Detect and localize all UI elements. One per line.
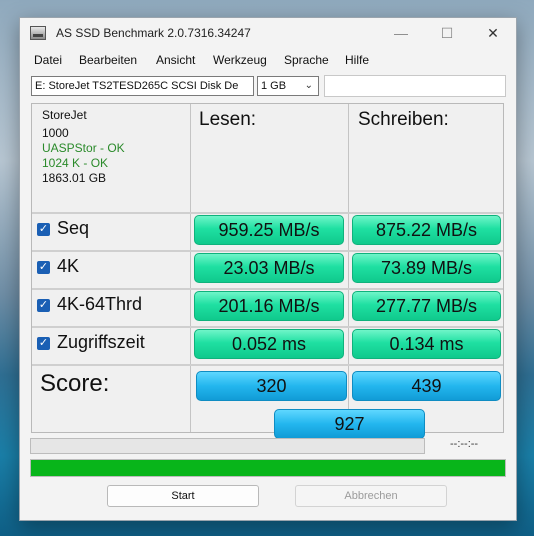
size-select-value: 1 GB: [261, 80, 287, 92]
size-select[interactable]: 1 GB ⌄: [257, 76, 319, 96]
checkbox-icon[interactable]: ✓: [37, 299, 50, 312]
checkbox-icon[interactable]: ✓: [37, 261, 50, 274]
app-icon: [30, 26, 46, 40]
menu-bearbeiten[interactable]: Bearbeiten: [79, 53, 137, 67]
alignment-status: 1024 K - OK: [42, 156, 109, 170]
4k-read-value: 23.03 MB/s: [194, 253, 344, 283]
score-write: 439: [352, 371, 501, 401]
divider: [32, 364, 503, 366]
start-button[interactable]: Start: [107, 485, 259, 507]
score-read: 320: [196, 371, 347, 401]
seq-write-value: 875.22 MB/s: [352, 215, 501, 245]
title-bar: AS SSD Benchmark 2.0.7316.34247 — ☐ ✕: [20, 18, 516, 48]
access-write-value: 0.134 ms: [352, 329, 501, 359]
text-field[interactable]: [324, 75, 506, 97]
4k-write-value: 73.89 MB/s: [352, 253, 501, 283]
drive-select[interactable]: E: StoreJet TS2TESD265C SCSI Disk De: [31, 76, 254, 96]
row-label: Zugriffszeit: [57, 332, 145, 352]
menu-hilfe[interactable]: Hilfe: [345, 53, 369, 67]
read-header: Lesen:: [199, 109, 257, 130]
maximize-button[interactable]: ☐: [424, 18, 470, 48]
overall-progress-bar: [30, 459, 506, 477]
drive-select-value: E: StoreJet TS2TESD265C SCSI Disk De: [35, 80, 239, 92]
score-total: 927: [274, 409, 425, 439]
write-header: Schreiben:: [358, 109, 449, 130]
menu-werkzeug[interactable]: Werkzeug: [213, 53, 267, 67]
divider: [32, 250, 503, 252]
menu-ansicht[interactable]: Ansicht: [156, 53, 195, 67]
results-panel: StoreJet 1000 UASPStor - OK 1024 K - OK …: [31, 103, 504, 439]
drive-capacity: 1863.01 GB: [42, 171, 107, 185]
close-button[interactable]: ✕: [470, 18, 516, 48]
firmware: 1000: [42, 126, 69, 140]
minimize-button[interactable]: —: [378, 18, 424, 48]
score-label: Score:: [40, 370, 110, 397]
elapsed-time: --:--:--: [450, 438, 479, 450]
divider: [32, 212, 503, 214]
driver-status: UASPStor - OK: [42, 141, 125, 155]
seq-read-value: 959.25 MB/s: [194, 215, 344, 245]
row-label: 4K: [57, 256, 80, 276]
abort-button[interactable]: Abbrechen: [295, 485, 447, 507]
window-title: AS SSD Benchmark 2.0.7316.34247: [56, 26, 251, 40]
divider: [190, 104, 191, 432]
app-window: AS SSD Benchmark 2.0.7316.34247 — ☐ ✕ Da…: [19, 17, 517, 521]
row-label: Seq: [57, 218, 90, 238]
drive-name: StoreJet: [42, 108, 87, 122]
menu-bar: Datei Bearbeiten Ansicht Werkzeug Sprach…: [20, 48, 516, 72]
checkbox-icon[interactable]: ✓: [37, 223, 50, 236]
progress-fill: [31, 460, 505, 476]
4k64-read-value: 201.16 MB/s: [194, 291, 344, 321]
row-label: 4K-64Thrd: [57, 294, 143, 314]
divider: [32, 288, 503, 290]
test-progress-bar: [30, 438, 425, 454]
menu-datei[interactable]: Datei: [34, 53, 62, 67]
divider: [348, 104, 349, 432]
menu-sprache[interactable]: Sprache: [284, 53, 329, 67]
checkbox-icon[interactable]: ✓: [37, 337, 50, 350]
divider: [32, 326, 503, 328]
chevron-down-icon: ⌄: [304, 80, 313, 91]
4k64-write-value: 277.77 MB/s: [352, 291, 501, 321]
access-read-value: 0.052 ms: [194, 329, 344, 359]
